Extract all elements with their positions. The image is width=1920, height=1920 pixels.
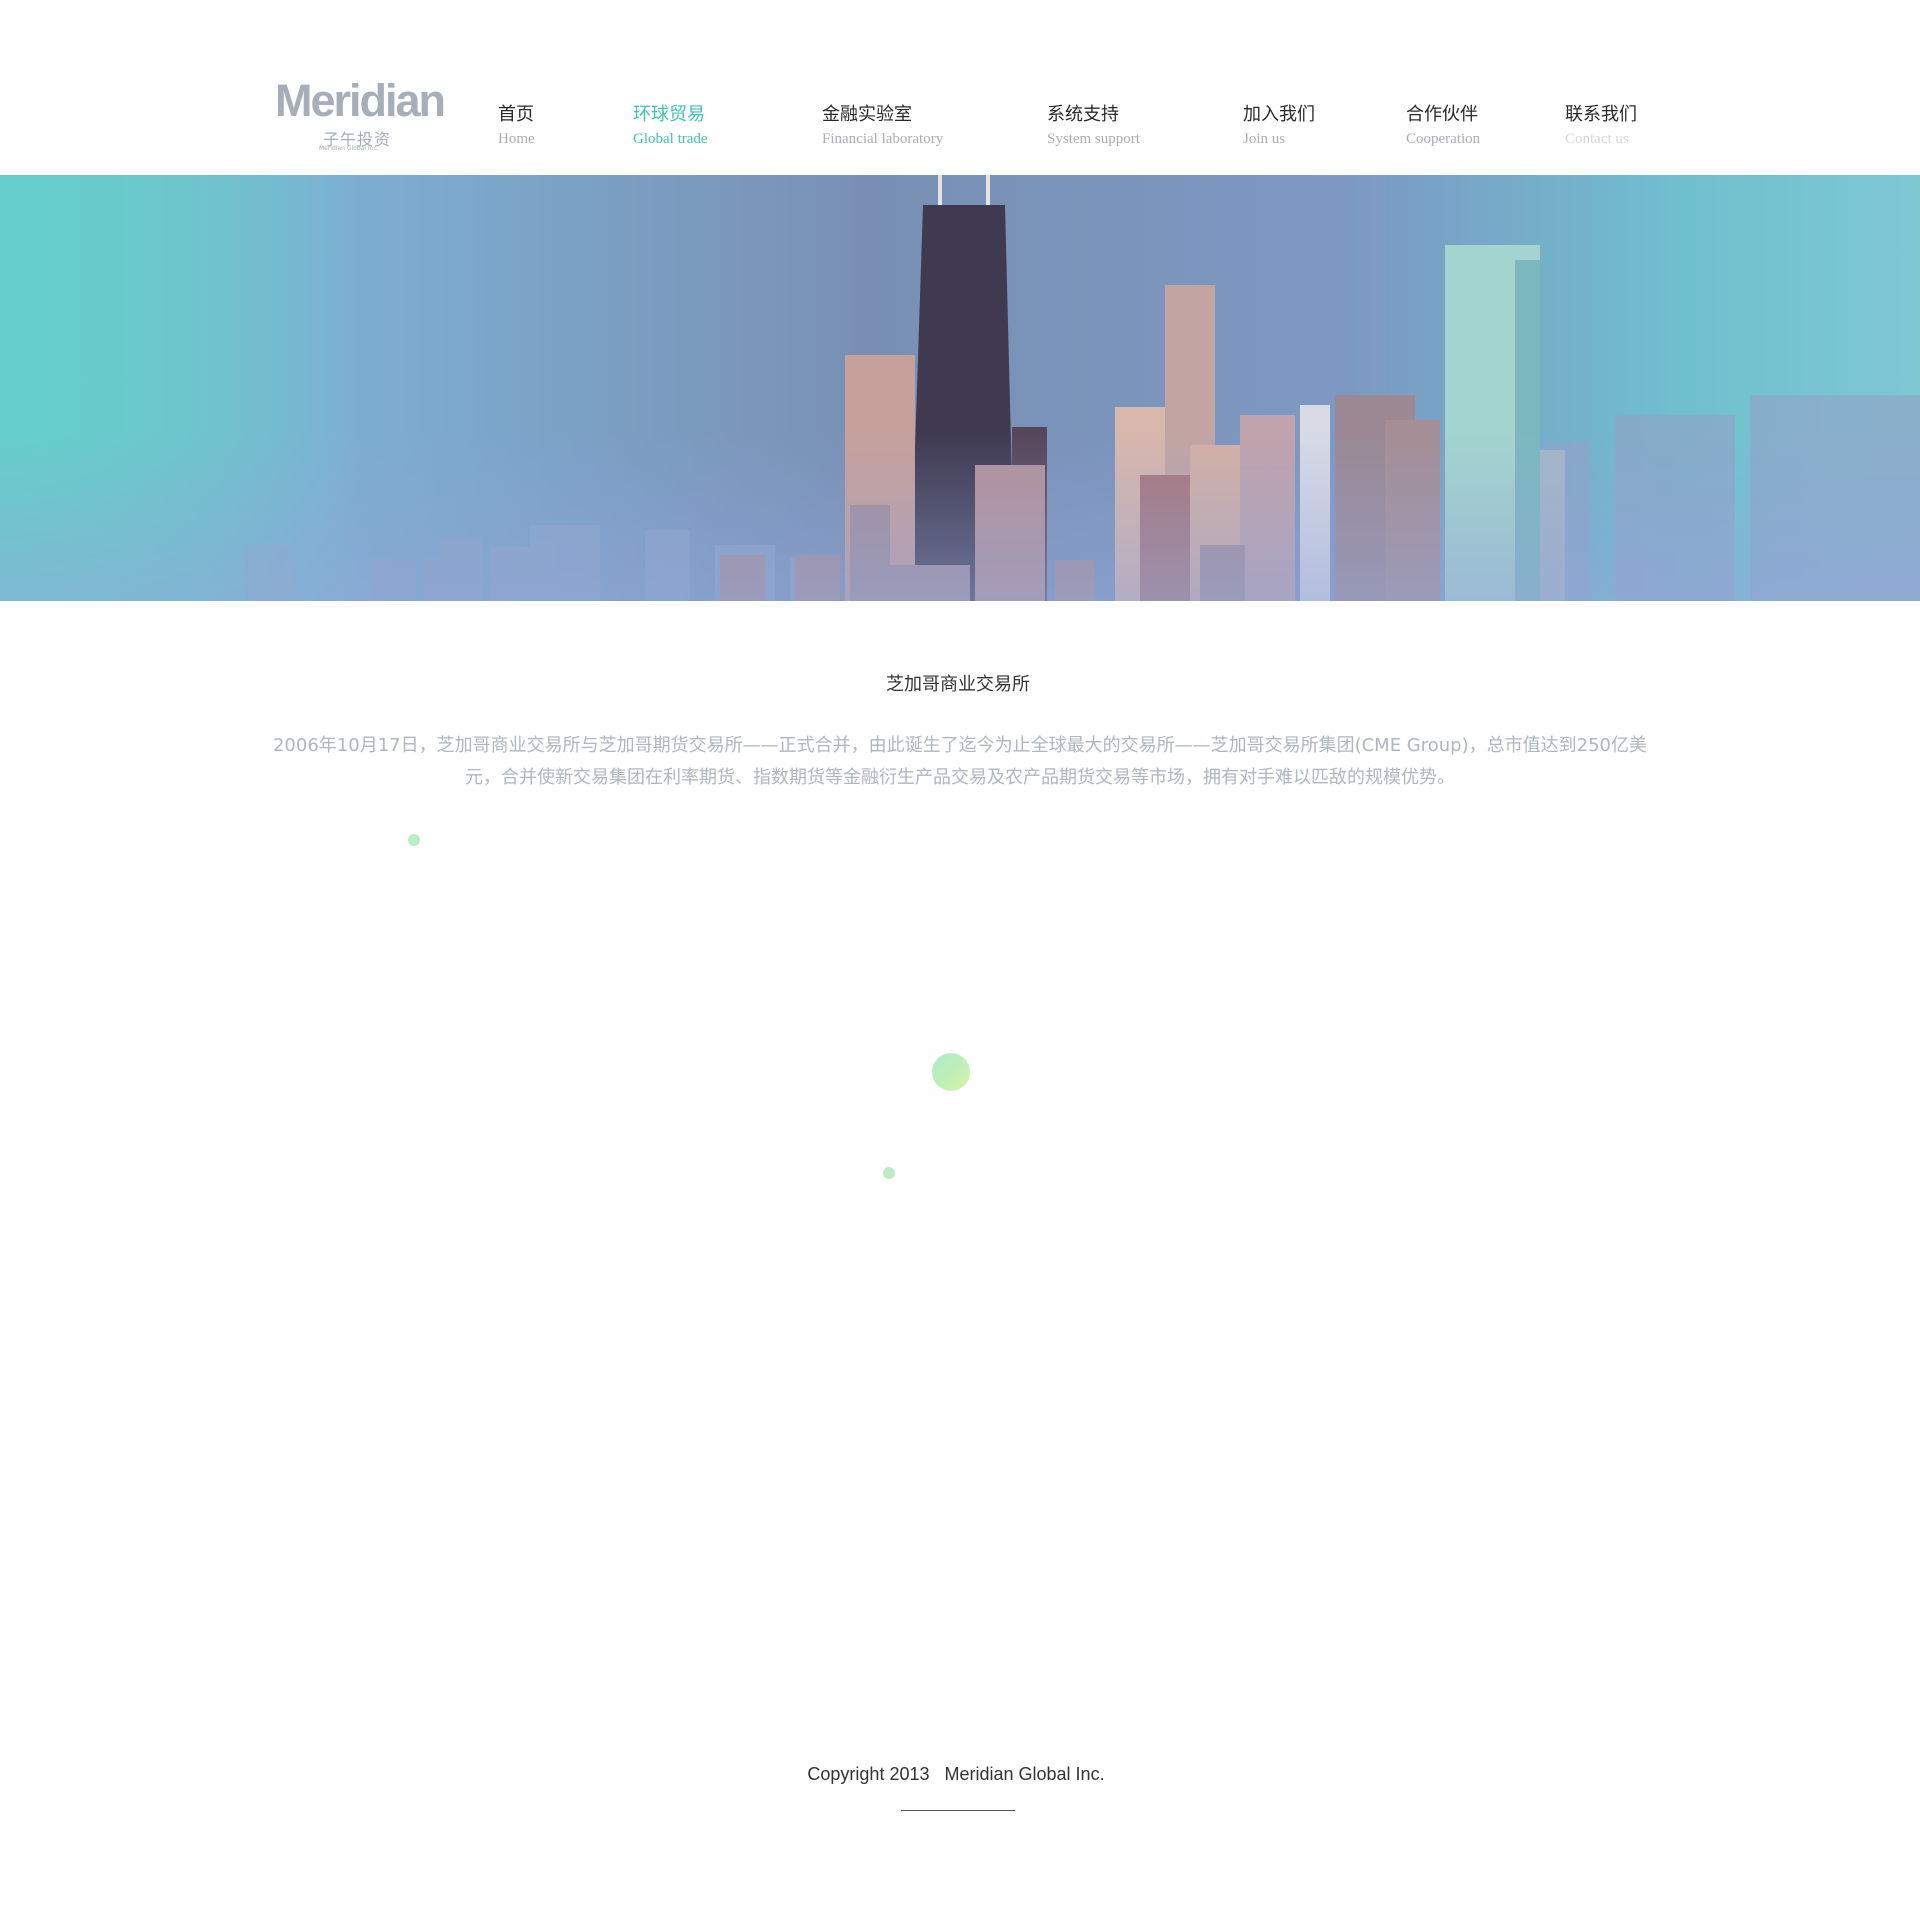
article-title: 芝加哥商业交易所 [886,674,1030,695]
logo-subtitle: Meridian Global Inc. [319,145,379,152]
nav-item-global-trade[interactable]: 环球贸易 Global trade [633,102,708,148]
nav-label-cn: 首页 [498,104,534,125]
nav-label-cn: 加入我们 [1243,104,1315,125]
footer-divider [901,1810,1015,1811]
nav-label-en: Join us [1243,131,1286,147]
nav-label-en: Financial laboratory [822,131,944,147]
nav-label-en: System support [1047,131,1140,147]
nav-label-cn: 合作伙伴 [1406,104,1478,125]
logo-wordmark: Meridian [275,75,446,126]
nav-item-system-support[interactable]: 系统支持 System support [1047,102,1140,148]
decorative-dot [883,1167,895,1179]
logo[interactable]: Meridian 子午投资 Meridian Global Inc. [275,75,446,155]
nav-label-cn: 联系我们 [1565,104,1637,125]
hero-banner [0,175,1920,601]
nav-item-contact-us[interactable]: 联系我们 Contact us [1565,102,1637,148]
nav-label-en: Cooperation [1406,131,1481,147]
nav-label-en: Global trade [633,131,708,147]
nav-label-cn: 环球贸易 [633,104,705,125]
decorative-dot-large [932,1053,970,1091]
nav-label-cn: 金融实验室 [822,104,912,125]
decorative-dot [408,834,420,846]
city-skyline-image [0,175,1920,601]
nav-label-en: Home [498,131,535,147]
nav-label-cn: 系统支持 [1047,104,1119,125]
nav-item-cooperation[interactable]: 合作伙伴 Cooperation [1406,102,1480,148]
article-body: 2006年10月17日，芝加哥商业交易所与芝加哥期货交易所——正式合并，由此诞生… [272,735,1647,788]
nav-item-home[interactable]: 首页 Home [498,102,535,148]
nav-item-financial-laboratory[interactable]: 金融实验室 Financial laboratory [822,102,943,148]
nav-label-en: Contact us [1565,131,1629,147]
copyright-text: Copyright 2013 Meridian Global Inc. [807,1764,1105,1784]
nav-item-join-us[interactable]: 加入我们 Join us [1243,102,1315,148]
